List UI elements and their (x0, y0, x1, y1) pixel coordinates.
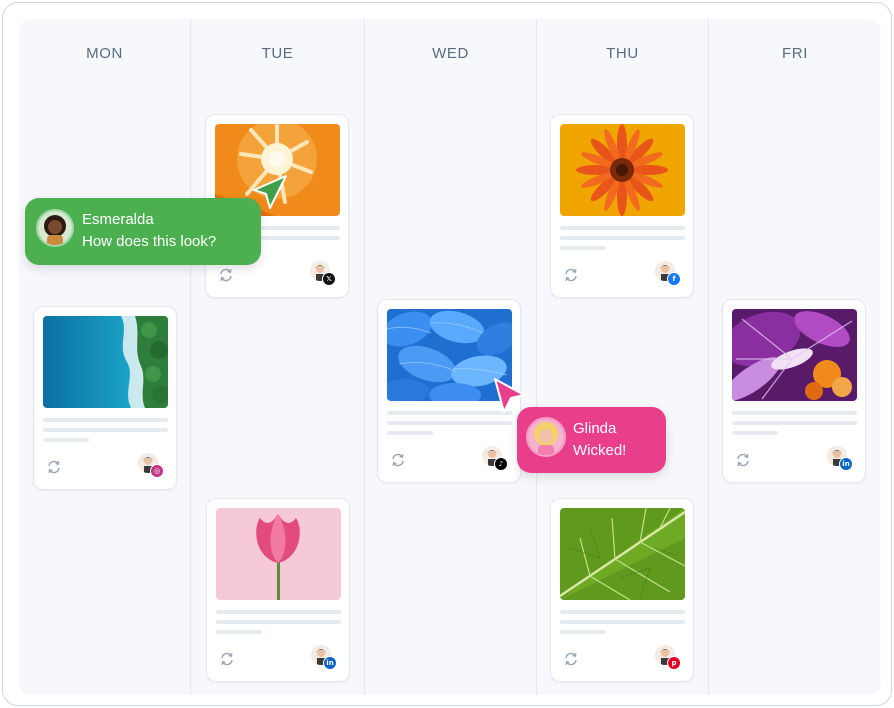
post-card[interactable]: in (722, 299, 866, 483)
caption-line-placeholder (43, 418, 168, 422)
repeat-icon[interactable] (563, 651, 579, 667)
linkedin-icon: in (323, 656, 337, 670)
comment-text: How does this look? (82, 233, 217, 250)
caption-line-placeholder (560, 226, 685, 230)
post-card[interactable]: ◎ (33, 306, 177, 490)
caption-line-placeholder (560, 246, 606, 250)
collaborator-cursor-green (253, 175, 287, 209)
caption-line-placeholder (732, 421, 857, 425)
commenter-name: Glinda (573, 420, 617, 437)
repeat-icon[interactable] (563, 267, 579, 283)
day-header-thu: THU (606, 45, 639, 62)
caption-line-placeholder (732, 431, 778, 435)
caption-line-placeholder (387, 431, 433, 435)
commenter-avatar (526, 417, 566, 457)
weekly-calendar-board: MON TUE WED THU FRI ◎ 𝕏 in ♪ f p in (19, 19, 881, 695)
day-header-mon: MON (86, 45, 123, 62)
repeat-icon[interactable] (219, 651, 235, 667)
pinterest-icon: p (667, 656, 681, 670)
facebook-icon: f (667, 272, 681, 286)
linkedin-icon: in (839, 457, 853, 471)
comment-bubble-esmeralda[interactable]: Esmeralda How does this look? (25, 198, 261, 265)
caption-line-placeholder (216, 610, 341, 614)
x-icon: 𝕏 (322, 272, 336, 286)
caption-line-placeholder (43, 438, 89, 442)
repeat-icon[interactable] (218, 267, 234, 283)
caption-line-placeholder (732, 411, 857, 415)
caption-line-placeholder (560, 610, 685, 614)
caption-line-placeholder (560, 630, 606, 634)
comment-bubble-glinda[interactable]: Glinda Wicked! (517, 407, 666, 473)
caption-line-placeholder (43, 428, 168, 432)
post-image-orange-flower (560, 124, 685, 216)
post-image-green-leaf (560, 508, 685, 600)
comment-text: Wicked! (573, 442, 627, 459)
repeat-icon[interactable] (46, 459, 62, 475)
post-card[interactable]: p (550, 498, 694, 682)
commenter-name: Esmeralda (82, 211, 154, 228)
post-image-ocean (43, 316, 168, 408)
caption-line-placeholder (560, 620, 685, 624)
repeat-icon[interactable] (390, 452, 406, 468)
post-image-paint-splash (732, 309, 857, 401)
commenter-avatar (36, 209, 74, 247)
post-image-tulip (216, 508, 341, 600)
caption-line-placeholder (216, 620, 341, 624)
instagram-icon: ◎ (150, 464, 164, 478)
day-header-tue: TUE (261, 45, 294, 62)
app-frame: MON TUE WED THU FRI ◎ 𝕏 in ♪ f p in (2, 2, 892, 706)
tiktok-icon: ♪ (494, 457, 508, 471)
day-header-wed: WED (432, 45, 469, 62)
caption-line-placeholder (387, 421, 512, 425)
caption-line-placeholder (216, 630, 262, 634)
caption-line-placeholder (560, 236, 685, 240)
repeat-icon[interactable] (735, 452, 751, 468)
collaborator-cursor-pink (494, 378, 525, 413)
post-card[interactable]: in (206, 498, 350, 682)
post-card[interactable]: f (550, 114, 694, 298)
day-header-fri: FRI (782, 45, 808, 62)
